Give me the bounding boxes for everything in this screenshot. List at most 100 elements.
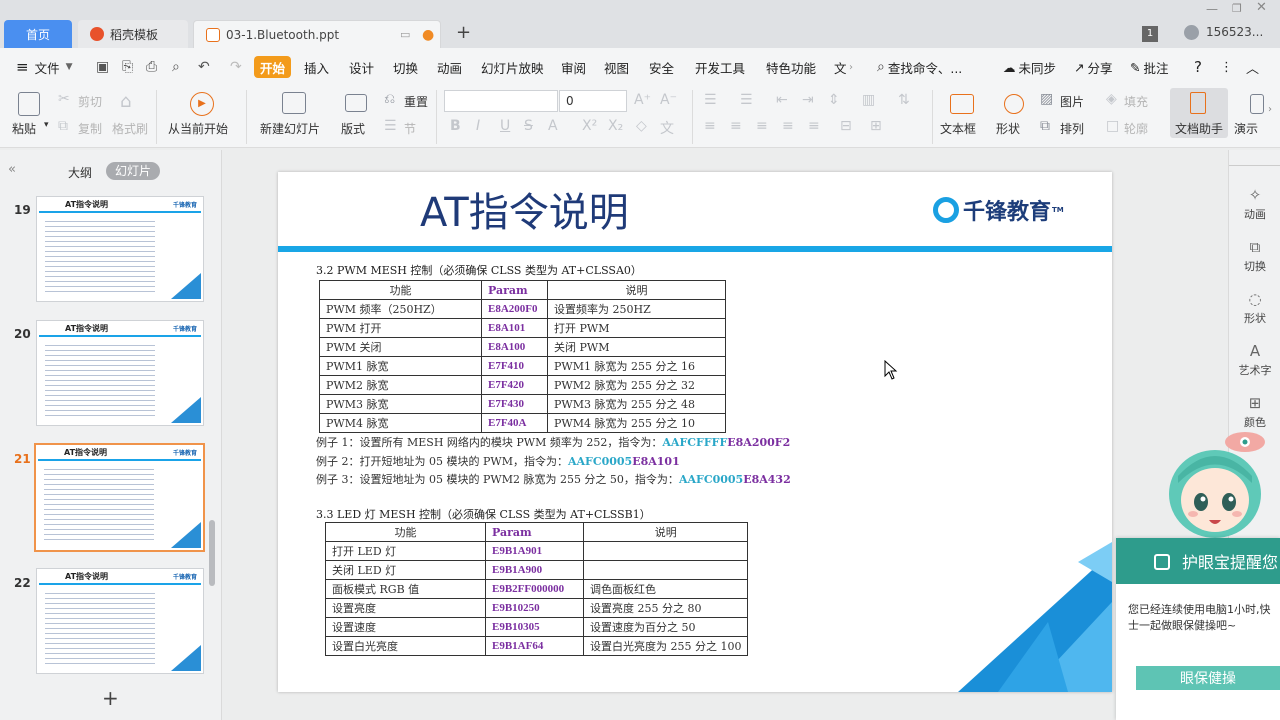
table-row[interactable]: PWM4 脉宽 E7F40A PWM4 脉宽为 255 分之 10	[319, 413, 726, 433]
panel-shape[interactable]: ◌ 形状	[1229, 290, 1280, 326]
close-icon[interactable]: ✕	[1256, 0, 1267, 15]
columns-icon[interactable]: ▥	[862, 92, 875, 108]
restore-icon[interactable]: ❐	[1232, 2, 1242, 15]
save-icon[interactable]: ▣	[96, 48, 109, 86]
example-line[interactable]: 例子 1：设置所有 MESH 网络内的模块 PWM 频率为 252，指令为：AA…	[316, 434, 790, 450]
increase-indent-icon[interactable]: ⇥	[802, 92, 814, 108]
pin-icon[interactable]: ▭	[400, 28, 410, 41]
paste-icon[interactable]	[18, 92, 40, 116]
add-slide-button[interactable]: +	[102, 686, 119, 710]
fill-button[interactable]: 填充	[1124, 93, 1148, 110]
user-name[interactable]: 156523...	[1206, 25, 1263, 39]
table-row[interactable]: 设置白光亮度 E9B1AF64 设置白光亮度为 255 分之 100	[325, 636, 749, 656]
panel-transition[interactable]: ⧉ 切换	[1229, 238, 1280, 274]
print-preview-icon[interactable]: ⌕	[172, 48, 180, 86]
panel-wordart[interactable]: A 艺术字	[1229, 342, 1280, 378]
section-heading[interactable]: 3.3 LED 灯 MESH 控制（必须确保 CLSS 类型为 AT+CLSSB…	[316, 506, 651, 522]
font-size-select[interactable]: 0	[559, 90, 627, 112]
avatar[interactable]	[1184, 25, 1199, 40]
table-row[interactable]: PWM 关闭 E8A100 关闭 PWM	[319, 337, 726, 357]
eye-care-mascot[interactable]	[1160, 428, 1270, 548]
paste-button[interactable]: 粘贴	[12, 120, 36, 137]
section-heading[interactable]: 3.2 PWM MESH 控制（必须确保 CLSS 类型为 AT+CLSSA0）	[316, 262, 642, 278]
undo-icon[interactable]: ↶	[198, 48, 210, 86]
tab-features[interactable]: 特色功能	[766, 48, 816, 86]
distribute-icon[interactable]: ≡	[808, 118, 820, 134]
superscript-icon[interactable]: X²	[582, 118, 597, 134]
table-row[interactable]: 设置亮度 E9B10250 设置亮度 255 分之 80	[325, 598, 749, 618]
align-text-icon[interactable]: ⊟	[840, 118, 852, 134]
tab-start[interactable]: 开始	[254, 56, 292, 78]
section-button[interactable]: 节	[404, 120, 416, 137]
layout-icon[interactable]	[345, 94, 367, 112]
example-line[interactable]: 例子 3：设置短地址为 05 模块的 PWM2 脉宽为 255 分之 50，指令…	[316, 471, 791, 487]
phonetic-icon[interactable]: 文	[660, 118, 674, 138]
redo-icon[interactable]: ↷	[230, 48, 242, 86]
file-menu[interactable]: ≡ 文件 ▼	[16, 48, 73, 86]
shape-icon[interactable]	[1004, 94, 1024, 114]
eye-care-popup[interactable]: 护眼宝提醒您 您已经连续使用电脑1小时,快士一起做眼保健操吧~ 眼保健操	[1116, 538, 1280, 720]
layout-button[interactable]: 版式	[341, 120, 365, 137]
ribbon-scroll-right-icon[interactable]: ›	[1268, 104, 1272, 115]
example-line[interactable]: 例子 2：打开短地址为 05 模块的 PWM，指令为：AAFC0005E8A10…	[316, 453, 680, 469]
slide-canvas[interactable]: AT指令说明 千锋教育 TM 3.2 PWM MESH 控制（必须确保 CLSS…	[278, 172, 1112, 692]
table-row[interactable]: PWM1 脉宽 E7F410 PWM1 脉宽为 255 分之 16	[319, 356, 726, 376]
cut-button[interactable]: 剪切	[78, 93, 102, 110]
shape-button[interactable]: 形状	[996, 120, 1020, 137]
smartart-icon[interactable]: ⊞	[870, 118, 882, 134]
table-row[interactable]: 设置速度 E9B10305 设置速度为百分之 50	[325, 617, 749, 637]
slide-thumbnail[interactable]: AT指令说明 千锋教育	[36, 320, 204, 426]
new-slide-icon[interactable]	[282, 92, 306, 114]
outline-button[interactable]: 轮廓	[1124, 120, 1148, 137]
doc-helper-button[interactable]: 文档助手	[1170, 88, 1228, 138]
slide-title[interactable]: AT指令说明	[420, 180, 629, 238]
new-slide-button[interactable]: 新建幻灯片	[260, 120, 320, 137]
table-row[interactable]: 打开 LED 灯 E9B1A901	[325, 541, 749, 561]
underline-icon[interactable]: U	[500, 118, 510, 134]
tab-security[interactable]: 安全	[649, 48, 674, 86]
present-icon[interactable]	[1250, 94, 1264, 114]
help-button[interactable]: ?	[1194, 48, 1202, 86]
eye-exercise-button[interactable]: 眼保健操	[1136, 666, 1280, 690]
present-button[interactable]: 演示	[1234, 120, 1258, 137]
command-search[interactable]: ⌕ 查找命令、...	[877, 48, 962, 86]
tab-review[interactable]: 审阅	[561, 48, 586, 86]
table-row[interactable]: PWM3 脉宽 E7F430 PWM3 脉宽为 255 分之 48	[319, 394, 726, 414]
tab-outline[interactable]: 大纲	[68, 164, 92, 181]
picture-button[interactable]: 图片	[1060, 93, 1084, 110]
font-shrink-icon[interactable]: A⁻	[660, 92, 677, 108]
collapse-ribbon-icon[interactable]: ︿	[1246, 48, 1259, 86]
bold-icon[interactable]: B	[450, 118, 461, 134]
numbered-list-icon[interactable]: ☰	[740, 92, 753, 108]
sync-button[interactable]: ☁ 未同步	[1003, 48, 1056, 86]
decrease-indent-icon[interactable]: ⇤	[776, 92, 788, 108]
tab-document[interactable]: 03-1.Bluetooth.ppt ▭ ●	[193, 20, 441, 48]
tab-templates[interactable]: 稻壳模板	[78, 20, 188, 48]
table-row[interactable]: PWM 打开 E8A101 打开 PWM	[319, 318, 726, 338]
print-icon[interactable]: ⎙	[146, 48, 157, 86]
align-left-icon[interactable]: ≡	[704, 118, 716, 134]
tab-slideshow[interactable]: 幻灯片放映	[481, 48, 544, 86]
new-tab-button[interactable]: +	[456, 22, 471, 43]
pwm-table[interactable]: 功能 Param 说明 PWM 频率（250HZ） E8A200F0 设置频率为 2…	[319, 280, 726, 433]
copy-button[interactable]: 复制	[78, 120, 102, 137]
play-icon[interactable]: ▶	[190, 92, 214, 116]
slide-thumbnail[interactable]: AT指令说明 千锋教育	[36, 196, 204, 302]
paste-dropdown-icon[interactable]: ▾	[44, 120, 49, 130]
share-button[interactable]: ↗ 分享	[1074, 48, 1113, 86]
slide-thumbnail-selected[interactable]: AT指令说明 千锋教育	[34, 443, 205, 552]
text-direction-icon[interactable]: ⇅	[898, 92, 910, 108]
bullet-list-icon[interactable]: ☰	[704, 92, 717, 108]
table-row[interactable]: PWM2 脉宽 E7F420 PWM2 脉宽为 255 分之 32	[319, 375, 726, 395]
text-box-button[interactable]: 文本框	[940, 120, 976, 137]
tab-animation[interactable]: 动画	[437, 48, 462, 86]
tab-home[interactable]: 首页	[4, 20, 72, 48]
table-row[interactable]: 关闭 LED 灯 E9B1A900	[325, 560, 749, 580]
tab-more[interactable]: 文	[834, 48, 847, 86]
italic-icon[interactable]: I	[476, 118, 480, 134]
tab-transition[interactable]: 切换	[393, 48, 418, 86]
more-icon[interactable]: ⋮	[1220, 48, 1233, 86]
align-right-icon[interactable]: ≡	[756, 118, 768, 134]
clear-format-icon[interactable]: ◇	[636, 118, 647, 134]
annotate-button[interactable]: ✎ 批注	[1130, 48, 1169, 86]
